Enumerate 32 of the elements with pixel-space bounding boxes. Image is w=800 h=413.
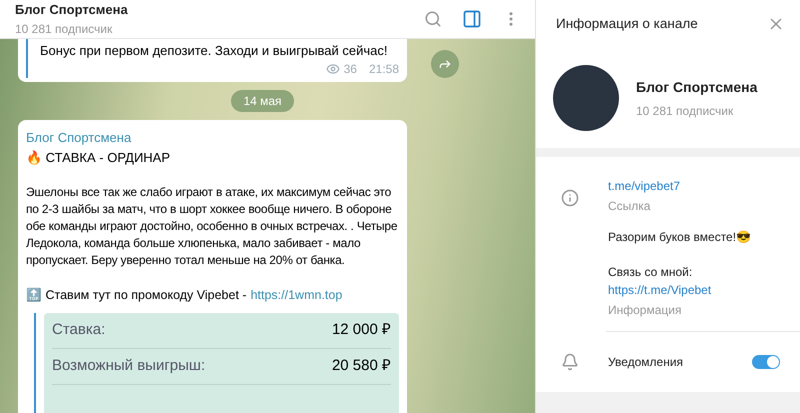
forward-button[interactable] xyxy=(431,50,459,78)
author-name: Блог Спортсмена xyxy=(26,129,132,147)
bet-value: 20 580 ₽ xyxy=(332,356,391,376)
promo-link[interactable]: https://1wmn.top xyxy=(250,286,342,305)
message-text: Бонус при первом депозите. Заходи и выигрывай сейчас! xyxy=(40,42,389,60)
panel-title: Информация о канале xyxy=(556,14,698,33)
sidebar-toggle-icon[interactable] xyxy=(462,8,482,29)
link-caption: Ссылка xyxy=(608,198,652,215)
channel-link[interactable]: t.me/vipebet7 xyxy=(608,177,752,195)
contact-link[interactable]: https://t.me/Vipebet xyxy=(608,281,752,299)
post-heading: 🔥 СТАВКА - ОРДИНАР xyxy=(26,148,172,167)
search-icon[interactable] xyxy=(424,10,442,28)
description-caption: Информация xyxy=(608,302,682,319)
date-badge: 14 мая xyxy=(231,90,294,112)
channel-name: Блог Спортсмена xyxy=(636,78,758,97)
description-text: Разорим буков вместе!😎 xyxy=(608,229,752,246)
chat-subtitle: 10 281 подписчик xyxy=(15,20,114,38)
views-icon xyxy=(326,62,340,76)
bet-label: Возможный выигрыш: xyxy=(52,356,206,376)
info-icon xyxy=(561,189,579,207)
notifications-toggle[interactable] xyxy=(752,355,780,369)
message-time: 21:58 xyxy=(368,61,399,78)
post-text: Эшелоны все так же слабо играют в атаке, их максимум сейчас это по 2-3 шайбы за матч, что в шорт хоккее вообще ничего. В обороне обе команды играют достойно, особенно в очных встречах. . Четыре Ледокола, команда больше хлюпенька, мало забивает - мало пропускает. Беру уверенно тотал меньше на 20% от банка. xyxy=(26,184,398,269)
promo-text: 🔝 Ставим тут по промокоду Vipebet - xyxy=(26,286,247,304)
contact-label: Связь со мной: xyxy=(608,264,694,281)
bell-icon xyxy=(561,353,579,371)
subscriber-count: 10 281 подписчик xyxy=(636,102,734,120)
bet-label: Ставка: xyxy=(52,320,106,340)
view-count: 36 xyxy=(344,61,357,78)
chat-title: Блог Спортсмена xyxy=(15,1,128,19)
bet-value: 12 000 ₽ xyxy=(332,320,391,340)
notifications-label: Уведомления xyxy=(608,354,684,371)
